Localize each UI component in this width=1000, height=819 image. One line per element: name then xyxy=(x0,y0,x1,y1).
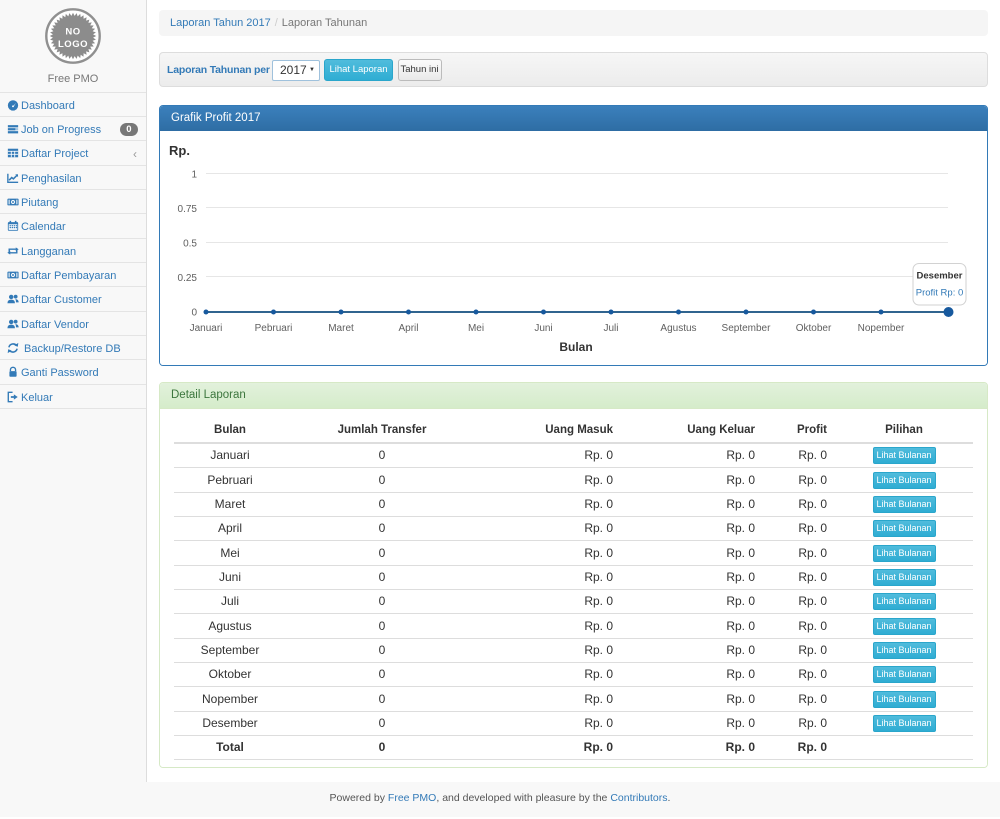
svg-text:Rp.: Rp. xyxy=(169,143,190,158)
svg-text:Juli: Juli xyxy=(603,323,618,334)
svg-text:0: 0 xyxy=(191,308,197,319)
svg-text:0.25: 0.25 xyxy=(178,273,198,284)
svg-text:Bulan: Bulan xyxy=(559,340,592,354)
svg-text:Desember: Desember xyxy=(917,271,963,282)
svg-text:Maret: Maret xyxy=(328,323,354,334)
svg-text:September: September xyxy=(722,323,772,334)
svg-text:Oktober: Oktober xyxy=(796,323,832,334)
svg-text:LOGO: LOGO xyxy=(58,39,88,50)
svg-text:Mei: Mei xyxy=(468,323,484,334)
svg-text:NO: NO xyxy=(65,27,80,38)
svg-text:Pebruari: Pebruari xyxy=(255,323,293,334)
svg-text:0.75: 0.75 xyxy=(178,204,198,215)
svg-text:0.5: 0.5 xyxy=(183,239,197,250)
svg-text:Juni: Juni xyxy=(534,323,552,334)
svg-text:Profit Rp: 0: Profit Rp: 0 xyxy=(916,288,964,299)
svg-text:Januari: Januari xyxy=(190,323,223,334)
svg-text:April: April xyxy=(398,323,418,334)
svg-text:1: 1 xyxy=(191,170,197,181)
svg-text:Nopember: Nopember xyxy=(858,323,905,334)
svg-text:Agustus: Agustus xyxy=(660,323,696,334)
